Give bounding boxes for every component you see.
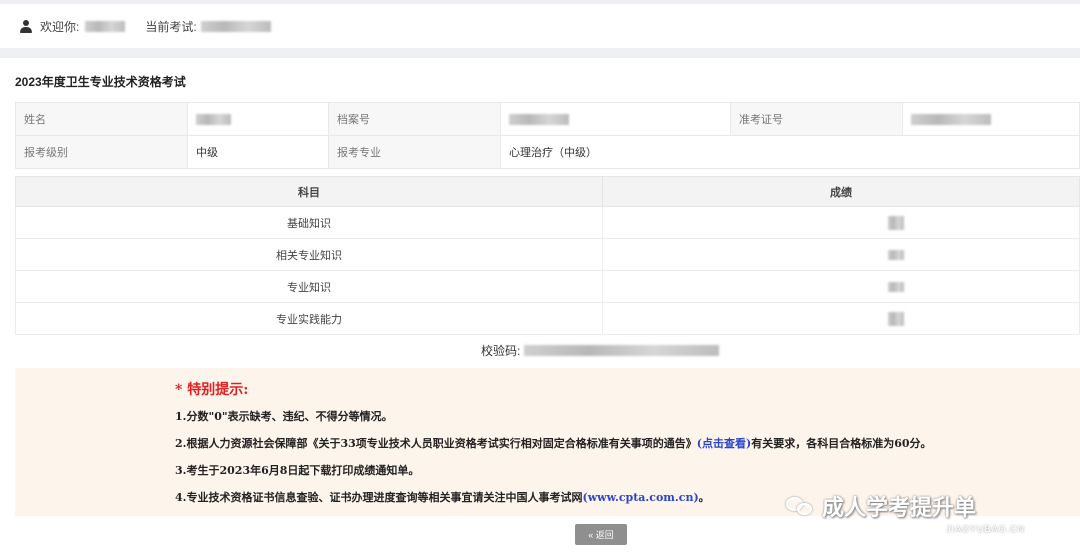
- notice-line-1: 1.分数"0"表示缺考、违纪、不得分等情况。: [175, 410, 393, 423]
- verification-code-label: 校验码:: [481, 344, 521, 358]
- welcome-label: 欢迎你:: [40, 19, 80, 34]
- major-label: 报考专业: [328, 135, 501, 169]
- ticket-no-value: [902, 102, 1080, 136]
- score-header: 成绩: [602, 176, 1080, 207]
- notice-line-4: 4.专业技术资格证书信息查验、证书办理进度查询等相关事宜请关注中国人事考试网(w…: [175, 491, 710, 504]
- file-no-value: [500, 102, 731, 136]
- back-button[interactable]: « 返回: [575, 524, 627, 545]
- watermark: 成人学考提升单 JIAOYUBAO.CN: [786, 490, 1024, 534]
- table-row: 专业实践能力: [15, 302, 1080, 335]
- notice-line-2: 2.根据人力资源社会保障部《关于33项专业技术人员职业资格考试实行相对固定合格标…: [175, 437, 932, 450]
- file-no-label: 档案号: [328, 102, 501, 136]
- redacted-verification-code: [524, 345, 720, 356]
- notice-line-3: 3.考生于2023年6月8日起下载打印成绩通知单。: [175, 464, 420, 477]
- subject-name: 基础知识: [15, 206, 603, 239]
- candidate-info-table: 姓名 档案号 准考证号 报考级别 中级 报考专业 心理治疗（中级）: [15, 102, 1080, 169]
- top-bar: 欢迎你: 当前考试:: [0, 4, 1080, 48]
- result-panel: 2023年度卫生专业技术资格考试 姓名 档案号 准考证号 报考级别 中级 报考专…: [0, 58, 1080, 560]
- score-table: 科目 成绩 基础知识 相关专业知识 专业知识 专业实践能力: [15, 176, 1080, 335]
- wechat-icon: [786, 495, 814, 517]
- view-notice-link[interactable]: (点击查看): [697, 437, 751, 450]
- exam-title: 2023年度卫生专业技术资格考试: [15, 75, 186, 89]
- ticket-no-label: 准考证号: [730, 102, 903, 136]
- table-row: 相关专业知识: [15, 238, 1080, 271]
- subject-name: 专业实践能力: [15, 302, 603, 335]
- subject-header: 科目: [15, 176, 603, 207]
- name-label: 姓名: [15, 102, 188, 136]
- subject-name: 专业知识: [15, 270, 603, 303]
- table-row: 专业知识: [15, 270, 1080, 303]
- table-row: 基础知识: [15, 206, 1080, 239]
- user-icon: [20, 19, 32, 33]
- score-value: [602, 238, 1080, 271]
- redacted-username: [85, 20, 126, 32]
- notice-title: * 特别提示:: [175, 382, 249, 398]
- subject-name: 相关专业知识: [15, 238, 603, 271]
- cpta-link[interactable]: (www.cpta.com.cn): [582, 491, 698, 504]
- level-value: 中级: [187, 135, 329, 169]
- major-value: 心理治疗（中级）: [500, 135, 1080, 169]
- verification-code: 校验码:: [481, 342, 720, 359]
- score-value: [602, 206, 1080, 239]
- level-label: 报考级别: [15, 135, 188, 169]
- redacted-exam-name: [200, 20, 271, 32]
- name-value: [187, 102, 329, 136]
- score-value: [602, 302, 1080, 335]
- score-value: [602, 270, 1080, 303]
- current-exam-label: 当前考试:: [145, 19, 197, 34]
